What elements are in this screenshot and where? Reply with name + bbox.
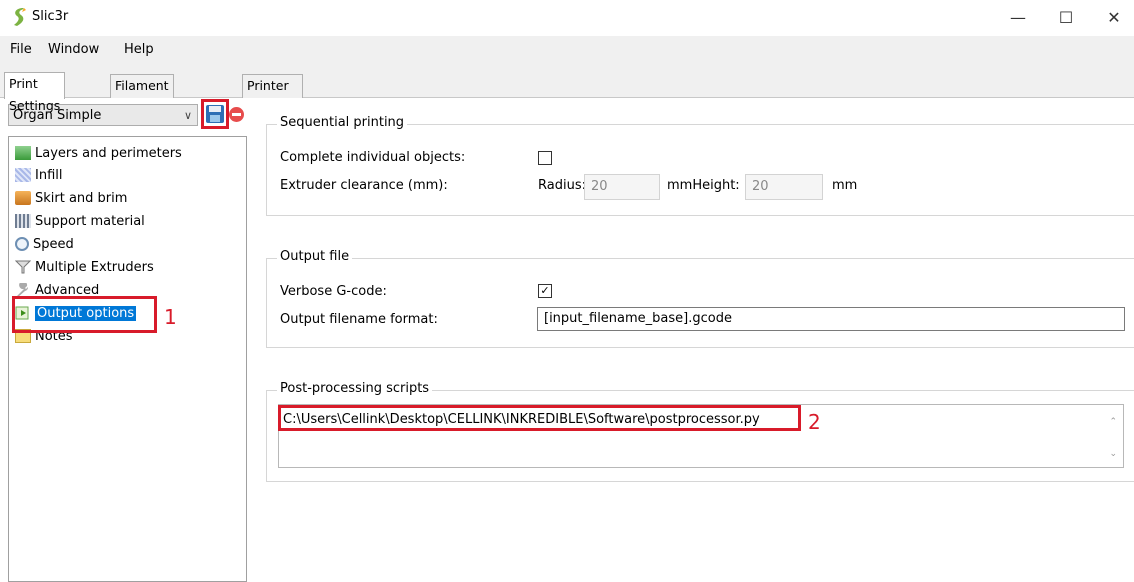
settings-tree: Layers and perimeters Infill Skirt and b… <box>8 136 247 582</box>
tree-item-extruders[interactable]: Multiple Extruders <box>15 257 154 278</box>
annotation-box-1 <box>12 296 157 333</box>
complete-objects-label: Complete individual objects: <box>280 150 466 165</box>
output-file-title: Output file <box>277 249 353 264</box>
radius-input[interactable]: 20 <box>584 174 660 200</box>
chevron-down-icon: ∨ <box>183 109 192 122</box>
scroll-up-icon[interactable]: ⌃ <box>1109 417 1117 427</box>
minimize-button[interactable]: — <box>998 4 1038 32</box>
title-bar: Slic3r — ☐ ✕ <box>0 0 1134 36</box>
save-icon[interactable] <box>205 104 225 124</box>
wrench-icon <box>17 282 29 297</box>
output-format-label: Output filename format: <box>280 312 438 327</box>
verbose-gcode-label: Verbose G-code: <box>280 284 387 299</box>
sequential-printing-group: Sequential printing <box>266 115 1134 216</box>
mm-height-label: mmHeight: <box>667 178 740 193</box>
tree-item-speed[interactable]: Speed <box>15 234 74 255</box>
close-button[interactable]: ✕ <box>1094 4 1134 32</box>
tree-item-layers[interactable]: Layers and perimeters <box>15 143 182 164</box>
infill-icon <box>15 167 31 182</box>
annotation-box-2 <box>278 405 801 431</box>
height-input[interactable]: 20 <box>745 174 823 200</box>
verbose-gcode-checkbox[interactable]: ✓ <box>538 284 552 298</box>
tab-printer-settings[interactable]: Printer Settings <box>242 74 304 115</box>
output-format-input[interactable]: [input_filename_base].gcode <box>537 307 1125 331</box>
slic3r-logo-icon <box>14 8 26 26</box>
sequential-printing-title: Sequential printing <box>277 115 408 130</box>
complete-objects-checkbox[interactable] <box>538 151 552 165</box>
tab-filament-settings[interactable]: Filament Settings <box>110 74 174 115</box>
speed-icon <box>15 236 29 251</box>
tab-print-settings[interactable]: Print Settings <box>4 72 66 113</box>
layers-icon <box>15 145 31 160</box>
window-title: Slic3r <box>32 9 69 24</box>
maximize-button[interactable]: ☐ <box>1046 4 1086 32</box>
tree-item-support[interactable]: Support material <box>15 211 145 232</box>
mm-unit-label: mm <box>832 178 858 193</box>
tree-item-skirt[interactable]: Skirt and brim <box>15 188 127 209</box>
menu-file[interactable]: File <box>10 42 32 57</box>
radius-label: Radius: <box>538 178 586 193</box>
annotation-label-1: 1 <box>164 305 177 329</box>
tree-item-infill[interactable]: Infill <box>15 165 63 186</box>
support-icon <box>15 213 31 228</box>
funnel-icon <box>15 260 31 273</box>
menu-help[interactable]: Help <box>124 42 154 57</box>
output-file-group: Output file <box>266 249 1134 348</box>
menu-window[interactable]: Window <box>48 42 99 57</box>
annotation-label-2: 2 <box>808 410 821 434</box>
extruder-clearance-label: Extruder clearance (mm): <box>280 178 448 193</box>
post-processing-title: Post-processing scripts <box>277 381 433 396</box>
skirt-icon <box>15 190 31 205</box>
scroll-down-icon[interactable]: ⌄ <box>1109 449 1117 459</box>
delete-preset-icon[interactable] <box>229 107 244 122</box>
